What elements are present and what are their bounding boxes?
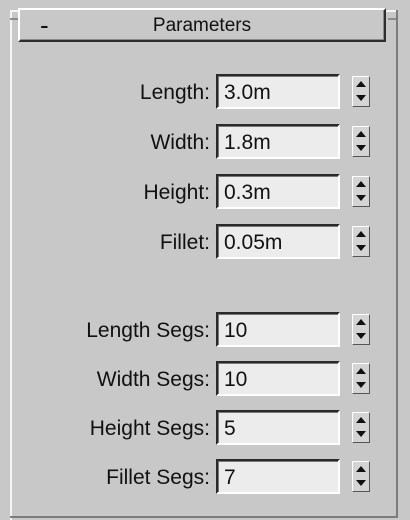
- width-segs-label: Width Segs:: [96, 368, 210, 391]
- param-row-length-segs: Length Segs:: [18, 312, 388, 350]
- spinner-down-arrow-icon: [356, 382, 366, 388]
- length-spinner[interactable]: [352, 76, 370, 107]
- fillet-segs-field[interactable]: [216, 459, 340, 494]
- param-row-length: Length:: [18, 74, 388, 112]
- height-segs-field[interactable]: [216, 410, 340, 445]
- spinner-down-arrow-icon: [356, 195, 366, 201]
- length-segs-label: Length Segs:: [86, 319, 210, 342]
- spinner-down-arrow-icon: [356, 145, 366, 151]
- height-segs-spinner-up[interactable]: [353, 413, 369, 427]
- param-row-fillet-segs: Fillet Segs:: [18, 459, 388, 497]
- fillet-segs-spinner-down[interactable]: [353, 477, 369, 491]
- param-row-width-segs: Width Segs:: [18, 361, 388, 399]
- height-spinner-down[interactable]: [353, 192, 369, 206]
- spinner-down-arrow-icon: [356, 95, 366, 101]
- height-segs-spinner[interactable]: [352, 412, 370, 443]
- fillet-segs-spinner-up[interactable]: [353, 462, 369, 476]
- spinner-up-arrow-icon: [356, 417, 366, 423]
- spinner-down-arrow-icon: [356, 431, 366, 437]
- spinner-up-arrow-icon: [356, 181, 366, 187]
- length-segs-spinner-down[interactable]: [353, 330, 369, 344]
- spinner-down-arrow-icon: [356, 480, 366, 486]
- spinner-up-arrow-icon: [356, 466, 366, 472]
- length-field[interactable]: [216, 74, 340, 109]
- fillet-spinner-down[interactable]: [353, 242, 369, 256]
- spinner-up-arrow-icon: [356, 131, 366, 137]
- width-segs-field[interactable]: [216, 361, 340, 396]
- width-label: Width:: [150, 131, 210, 154]
- param-row-height: Height:: [18, 174, 388, 212]
- height-label: Height:: [143, 181, 210, 204]
- fillet-spinner-up[interactable]: [353, 227, 369, 241]
- width-segs-spinner-up[interactable]: [353, 364, 369, 378]
- parameters-rollout-header[interactable]: - Parameters: [18, 8, 386, 42]
- length-label: Length:: [139, 81, 210, 104]
- param-row-width: Width:: [18, 124, 388, 162]
- width-segs-spinner-down[interactable]: [353, 379, 369, 393]
- param-row-height-segs: Height Segs:: [18, 410, 388, 448]
- width-segs-spinner[interactable]: [352, 363, 370, 394]
- height-segs-label: Height Segs:: [89, 417, 210, 440]
- rollout-frame-tick-right: [388, 18, 396, 20]
- rollout-title: Parameters: [152, 15, 252, 36]
- spinner-down-arrow-icon: [356, 333, 366, 339]
- fillet-segs-label: Fillet Segs:: [106, 466, 210, 489]
- length-spinner-up[interactable]: [353, 77, 369, 91]
- length-spinner-down[interactable]: [353, 92, 369, 106]
- height-segs-spinner-down[interactable]: [353, 428, 369, 442]
- height-spinner-up[interactable]: [353, 177, 369, 191]
- length-segs-spinner[interactable]: [352, 314, 370, 345]
- height-spinner[interactable]: [352, 176, 370, 207]
- height-field[interactable]: [216, 174, 340, 209]
- fillet-field[interactable]: [216, 224, 340, 259]
- spinner-up-arrow-icon: [356, 231, 366, 237]
- length-segs-field[interactable]: [216, 312, 340, 347]
- rollout-frame-tick-left: [10, 18, 18, 20]
- width-spinner-up[interactable]: [353, 127, 369, 141]
- spinner-up-arrow-icon: [356, 81, 366, 87]
- width-field[interactable]: [216, 124, 340, 159]
- spinner-up-arrow-icon: [356, 368, 366, 374]
- fillet-segs-spinner[interactable]: [352, 461, 370, 492]
- width-spinner[interactable]: [352, 126, 370, 157]
- length-segs-spinner-up[interactable]: [353, 315, 369, 329]
- param-row-fillet: Fillet:: [18, 224, 388, 262]
- spinner-up-arrow-icon: [356, 319, 366, 325]
- spinner-down-arrow-icon: [356, 245, 366, 251]
- fillet-label: Fillet:: [159, 231, 210, 254]
- width-spinner-down[interactable]: [353, 142, 369, 156]
- fillet-spinner[interactable]: [352, 226, 370, 257]
